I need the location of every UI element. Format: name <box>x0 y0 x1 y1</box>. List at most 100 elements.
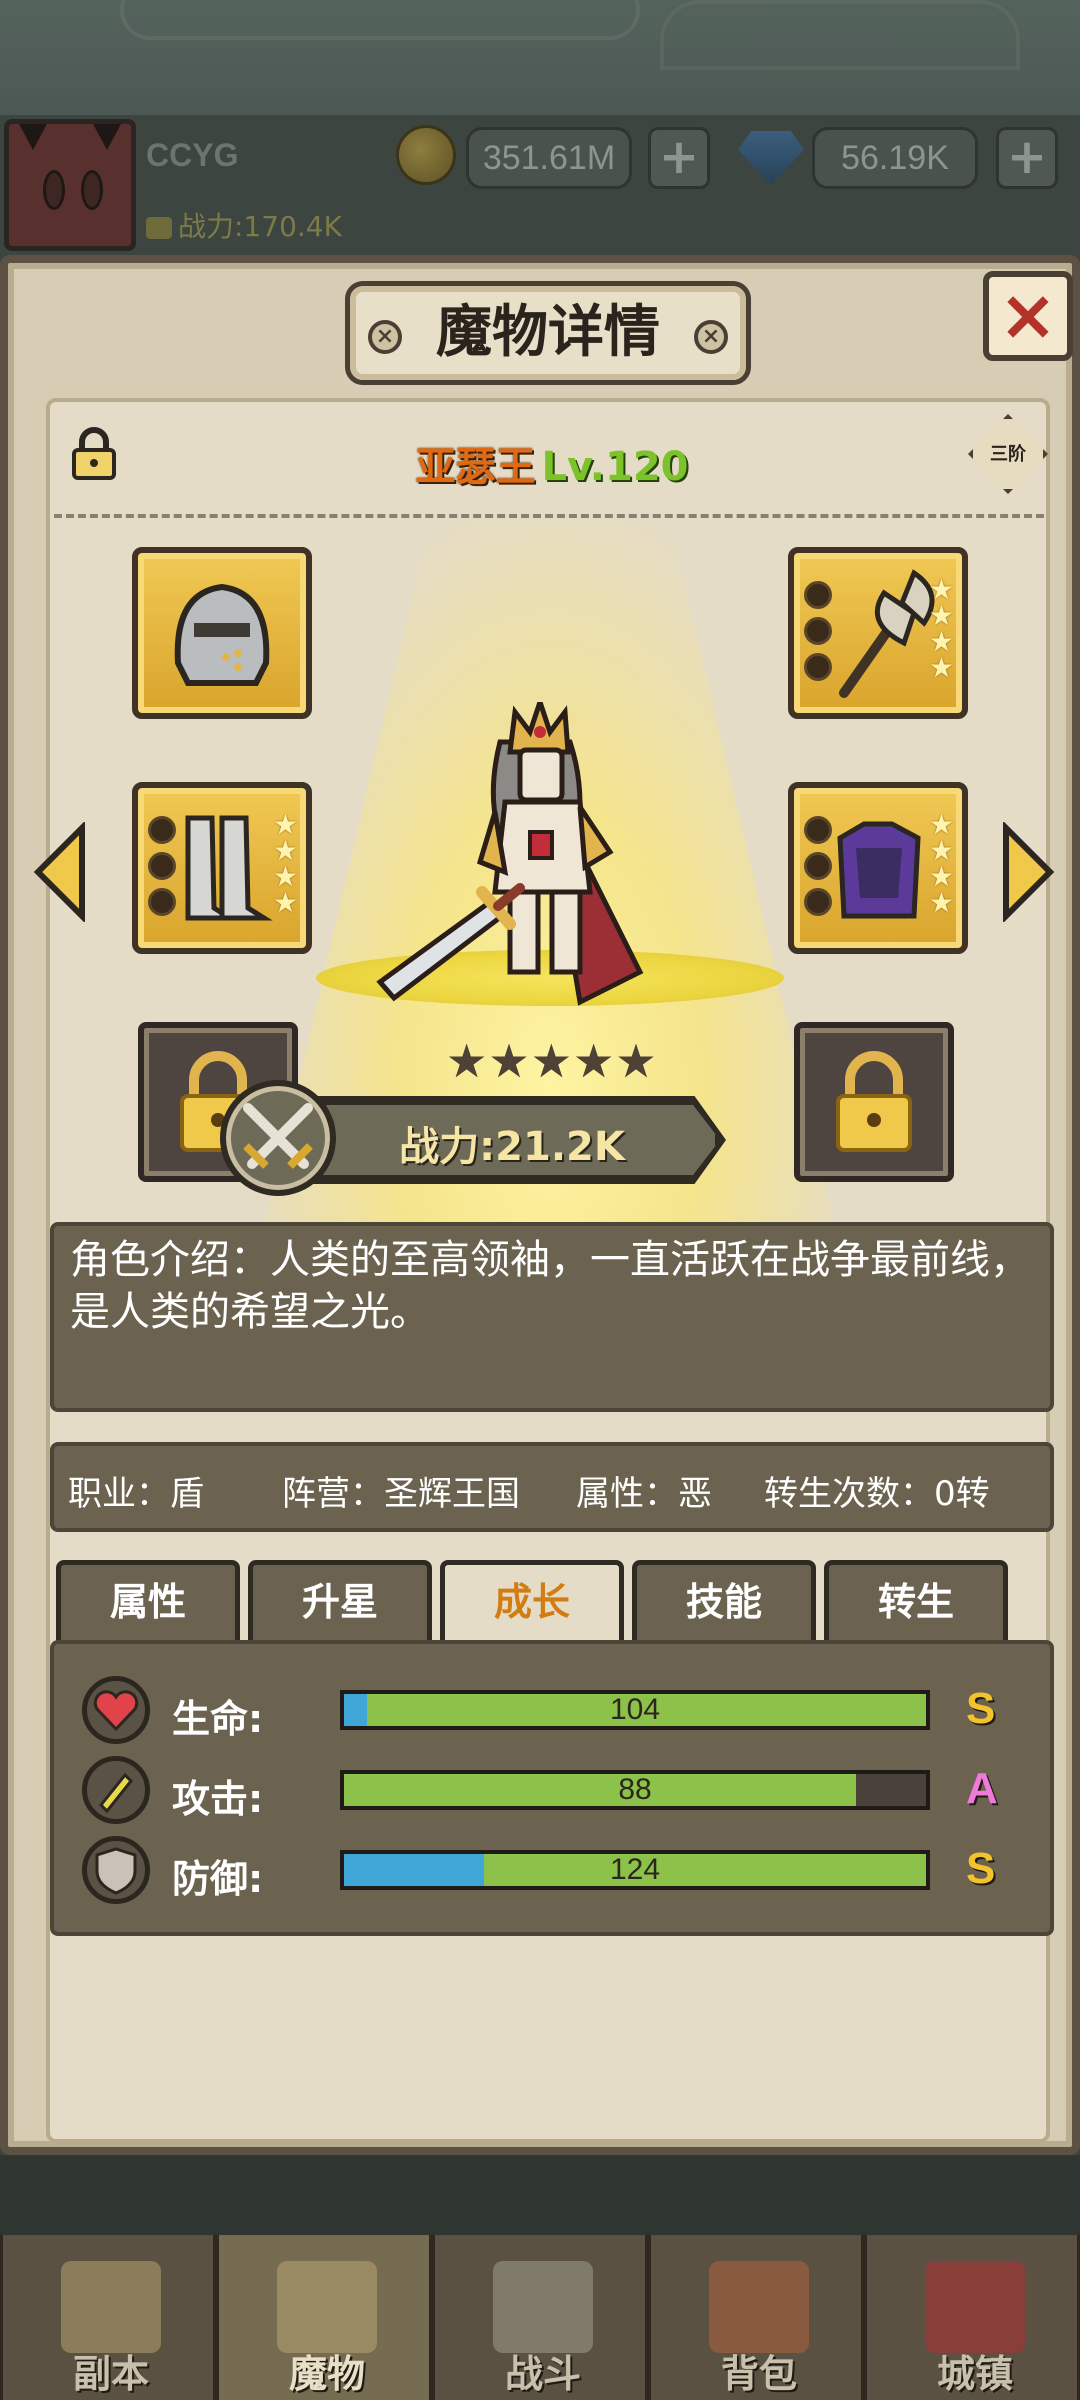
star-icon: ★ <box>928 886 954 919</box>
prev-hero-arrow-icon[interactable] <box>32 822 88 922</box>
stat-bar: 88 <box>340 1770 930 1810</box>
equip-stars: ★ ★ ★ ★ <box>928 576 954 684</box>
hero-name: 亚瑟王 <box>415 444 536 490</box>
nav-monsters[interactable]: 魔物 <box>216 2235 432 2400</box>
monster-detail-dialog: × 魔物详情 × × 亚瑟王 Lv.120 三阶 ★ ★ ★ ★ ★ ★ ★ ★… <box>0 255 1080 2155</box>
diamond-icon <box>738 131 804 185</box>
gold-coin-icon <box>396 125 456 185</box>
star-icon: ★ <box>446 1034 487 1088</box>
hero-detail-area: 亚瑟王 Lv.120 三阶 ★ ★ ★ ★ ★ ★ ★ ★ ★ ★ ★ ★ ★ … <box>33 398 1055 2143</box>
star-icon: ★ <box>488 1034 529 1088</box>
next-hero-arrow-icon[interactable] <box>1000 822 1056 922</box>
star-icon: ★ <box>928 651 954 684</box>
hero-star-rating: ★ ★ ★ ★ ★ <box>446 1034 657 1088</box>
rebirth-label: 转生次数：0转 <box>764 1474 990 1514</box>
star-icon: ★ <box>272 886 298 919</box>
nav-town[interactable]: 城镇 <box>864 2235 1080 2400</box>
nav-label: 副本 <box>72 2352 149 2396</box>
attribute-label: 属性：恶 <box>576 1474 712 1514</box>
horn-icon <box>93 124 121 150</box>
player-power-value: 战力:170.4K <box>178 210 342 243</box>
dialog-title-plate: × 魔物详情 × <box>345 281 751 385</box>
helmet-icon <box>174 583 270 686</box>
player-power: 战力:170.4K <box>146 205 342 245</box>
monster-helmet-icon <box>277 2261 377 2353</box>
town-icon <box>925 2261 1025 2353</box>
padlock-icon <box>836 1051 912 1152</box>
dialog-title: 魔物详情 <box>436 300 660 365</box>
crossed-swords-icon <box>220 1080 336 1196</box>
nav-label: 战斗 <box>504 2352 581 2396</box>
backpack-icon <box>709 2261 809 2353</box>
gold-amount: 351.61M <box>466 127 632 189</box>
nav-label: 城镇 <box>936 2352 1013 2396</box>
star-icon: ★ <box>615 1034 656 1088</box>
growth-stats: 生命: 104 S 攻击: 88 A 防御: 124 S <box>50 1640 1054 1936</box>
detail-tabs: 属性 升星 成长 技能 转生 <box>56 1560 1048 1642</box>
stat-bar: 124 <box>340 1850 930 1890</box>
stat-grade: A <box>966 1764 998 1813</box>
nav-backpack[interactable]: 背包 <box>648 2235 864 2400</box>
equip-stars: ★ ★ ★ ★ <box>928 811 954 919</box>
hero-level: Lv.120 <box>541 444 689 490</box>
eye-icon <box>43 170 65 210</box>
battle-swords-icon <box>493 2261 593 2353</box>
stat-label: 防御: <box>172 1857 264 1901</box>
hero-portrait <box>376 702 644 1006</box>
eye-icon <box>81 170 103 210</box>
stat-row-hp: 生命: 104 S <box>54 1670 1058 1750</box>
stat-bar: 104 <box>340 1690 930 1730</box>
tab-star-up[interactable]: 升星 <box>248 1560 432 1642</box>
close-button[interactable]: × <box>983 271 1073 361</box>
map-icon <box>61 2261 161 2353</box>
add-gems-button[interactable]: + <box>996 127 1058 189</box>
nav-label: 魔物 <box>288 2352 365 2396</box>
tab-attributes[interactable]: 属性 <box>56 1560 240 1642</box>
faction-label: 阵营：圣辉王国 <box>282 1474 520 1514</box>
rivet-icon: × <box>368 320 402 354</box>
locked-slot-right[interactable] <box>794 1022 954 1182</box>
equip-slot-helmet[interactable] <box>132 547 312 719</box>
nav-label: 背包 <box>720 2352 797 2396</box>
nav-dungeon[interactable]: 副本 <box>0 2235 216 2400</box>
horn-icon <box>19 124 47 150</box>
nav-battle[interactable]: 战斗 <box>432 2235 648 2400</box>
hero-power: 战力:21.2K <box>399 1124 625 1170</box>
equip-slot-greaves[interactable]: ★ ★ ★ ★ <box>132 782 312 954</box>
player-header: CCYG 战力:170.4K 351.61M + 56.19K + <box>0 115 1080 255</box>
equip-slot-axe[interactable]: ★ ★ ★ ★ <box>788 547 968 719</box>
background-decoration <box>120 0 640 40</box>
stat-grade: S <box>966 1844 996 1893</box>
stat-label: 生命: <box>172 1697 264 1741</box>
add-gold-button[interactable]: + <box>648 127 710 189</box>
star-icon: ★ <box>530 1034 572 1088</box>
stat-grade: S <box>966 1684 996 1733</box>
profession-label: 职业：盾 <box>68 1474 204 1514</box>
nav-shadow <box>0 2155 1080 2235</box>
background-banner <box>0 0 1080 115</box>
stat-row-attack: 攻击: 88 A <box>54 1750 1058 1830</box>
tab-skills[interactable]: 技能 <box>632 1560 816 1642</box>
bottom-nav: 副本 魔物 战斗 背包 城镇 <box>0 2235 1080 2400</box>
tab-rebirth[interactable]: 转生 <box>824 1560 1008 1642</box>
gem-amount: 56.19K <box>812 127 978 189</box>
rank-label: 三阶 <box>990 444 1026 465</box>
rivet-icon: × <box>694 320 728 354</box>
shield-icon <box>82 1836 150 1904</box>
hero-description: 角色介绍：人类的至高领袖，一直活跃在战争最前线，是人类的希望之光。 <box>50 1222 1054 1412</box>
background-decoration <box>660 0 1020 70</box>
heart-icon <box>82 1676 150 1744</box>
stat-value: 124 <box>609 1853 661 1886</box>
tab-growth[interactable]: 成长 <box>440 1560 624 1642</box>
stat-value: 104 <box>609 1693 661 1726</box>
stat-row-defense: 防御: 124 S <box>54 1830 1058 1910</box>
player-name: CCYG <box>146 137 239 173</box>
star-icon: ★ <box>573 1034 614 1088</box>
stat-value: 88 <box>618 1773 652 1806</box>
hero-info-row: 职业：盾 阵营：圣辉王国 属性：恶 转生次数：0转 <box>50 1442 1054 1532</box>
power-icon <box>146 217 172 239</box>
player-avatar[interactable] <box>4 119 136 251</box>
hero-title: 亚瑟王 Lv.120 <box>50 434 1054 492</box>
divider <box>54 514 1044 518</box>
equip-slot-armor[interactable]: ★ ★ ★ ★ <box>788 782 968 954</box>
